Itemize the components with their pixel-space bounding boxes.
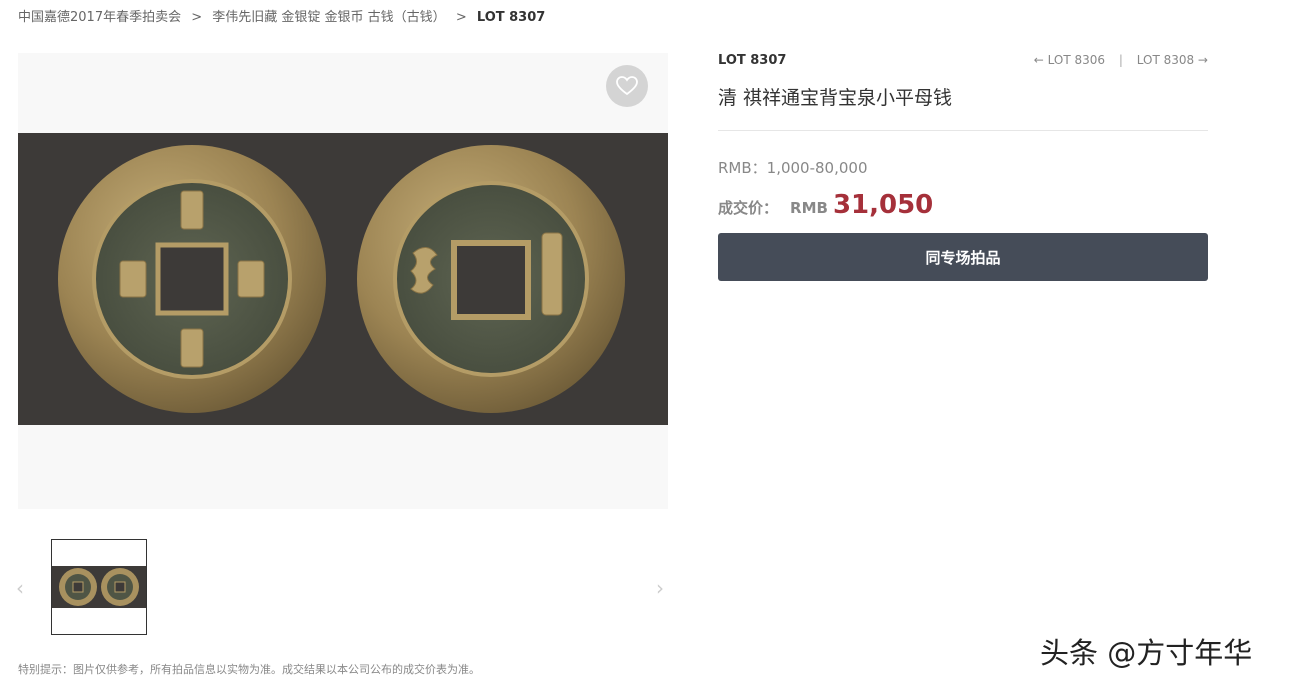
lot-header: LOT 8307 ← LOT 8306 | LOT 8308 → bbox=[718, 53, 1208, 73]
next-lot-link[interactable]: LOT 8308 → bbox=[1137, 53, 1208, 67]
watermark: 头条 @方寸年华 bbox=[1040, 636, 1253, 670]
thumbnail-photo bbox=[52, 566, 146, 608]
price-value: 31,050 bbox=[832, 190, 934, 220]
heart-icon bbox=[616, 76, 638, 96]
hammer-price: 成交价： RMB 31,050 bbox=[718, 190, 1208, 220]
lot-navigation: ← LOT 8306 | LOT 8308 → bbox=[1034, 53, 1208, 67]
chevron-left-icon[interactable]: ‹ bbox=[16, 576, 24, 600]
breadcrumb: 中国嘉德2017年春季拍卖会 > 李伟先旧藏 金银锭 金银币 古钱（古钱） > … bbox=[18, 6, 545, 25]
price-label: 成交价： bbox=[718, 199, 779, 217]
lot-title: 清 祺祥通宝背宝泉小平母钱 bbox=[718, 87, 953, 109]
divider bbox=[718, 130, 1208, 131]
estimate-range: RMB：1,000-80,000 bbox=[718, 159, 868, 177]
breadcrumb-session[interactable]: 李伟先旧藏 金银锭 金银币 古钱（古钱） bbox=[212, 10, 445, 25]
breadcrumb-separator: > bbox=[191, 10, 203, 25]
thumbnail-strip: ‹ › bbox=[16, 538, 668, 636]
price-currency: RMB bbox=[790, 199, 828, 217]
disclaimer-text: 特别提示：图片仅供参考，所有拍品信息以实物为准。成交结果以本公司公布的成交价表为… bbox=[18, 663, 480, 676]
lot-info-panel: LOT 8307 ← LOT 8306 | LOT 8308 → 清 祺祥通宝背… bbox=[718, 53, 1208, 281]
main-image-viewer[interactable] bbox=[18, 53, 668, 509]
coin-photo bbox=[18, 133, 668, 425]
lot-nav-divider: | bbox=[1118, 53, 1123, 67]
coin-reverse bbox=[357, 145, 625, 413]
coin-obverse bbox=[58, 145, 326, 413]
breadcrumb-current: LOT 8307 bbox=[476, 10, 546, 25]
coin-illustration bbox=[58, 145, 625, 413]
same-session-lots-button[interactable]: 同专场拍品 bbox=[718, 233, 1208, 281]
breadcrumb-separator: > bbox=[455, 10, 467, 25]
chevron-right-icon[interactable]: › bbox=[656, 576, 664, 600]
thumbnail-image[interactable] bbox=[51, 539, 147, 635]
thumbnail-coins bbox=[59, 568, 139, 606]
prev-lot-link[interactable]: ← LOT 8306 bbox=[1034, 53, 1105, 67]
breadcrumb-auction[interactable]: 中国嘉德2017年春季拍卖会 bbox=[18, 10, 181, 25]
lot-number: LOT 8307 bbox=[718, 53, 787, 68]
favorite-button[interactable] bbox=[606, 65, 648, 107]
